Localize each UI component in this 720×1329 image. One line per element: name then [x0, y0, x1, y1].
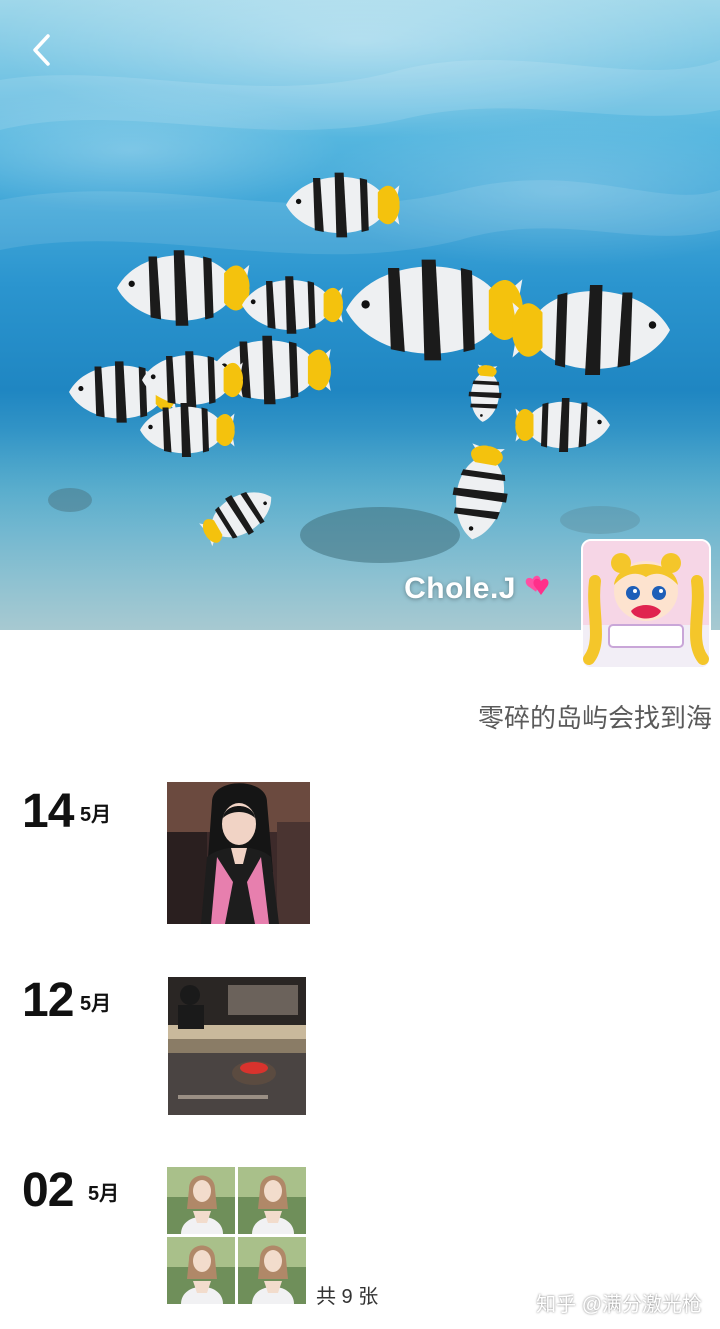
two-hearts-icon [520, 570, 556, 610]
back-chevron-icon[interactable] [24, 30, 64, 70]
post-photo[interactable] [168, 977, 306, 1115]
post-day: 14 [22, 785, 74, 838]
post-day: 02 [22, 1164, 74, 1217]
watermark-text: 知乎 @满分激光枪 [536, 1294, 702, 1316]
post-photo[interactable] [167, 782, 310, 924]
nickname: Chole.J [404, 570, 556, 610]
cover-image: Chole.J [0, 0, 720, 630]
post-month: 5月 [80, 804, 112, 826]
user-avatar[interactable] [581, 539, 711, 669]
photo-count-label: 共 9 张 [316, 1286, 379, 1308]
cover-underwater-art [0, 60, 720, 630]
post-month: 5月 [80, 993, 112, 1015]
post-photo-grid[interactable] [167, 1167, 310, 1306]
avatar-cartoon-image [583, 541, 709, 667]
nickname-text: Chole.J [404, 571, 516, 605]
post-month: 5月 [88, 1183, 120, 1205]
post-day: 12 [22, 974, 74, 1027]
user-signature: 零碎的岛屿会找到海 [477, 703, 712, 733]
